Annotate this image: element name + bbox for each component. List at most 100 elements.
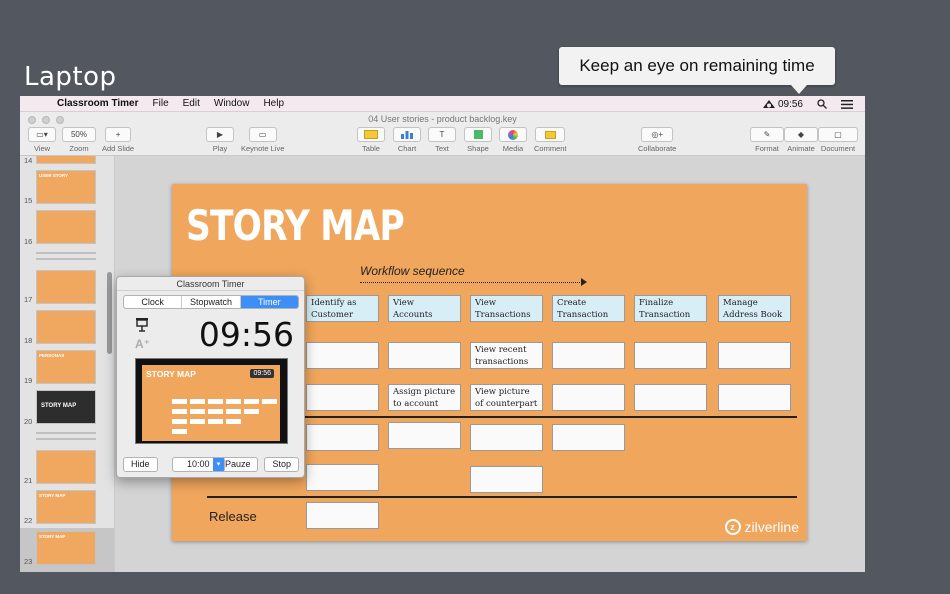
slide-thumbnail[interactable]: STORY MAP bbox=[36, 490, 96, 524]
stop-button[interactable]: Stop bbox=[264, 457, 299, 472]
story-card[interactable] bbox=[306, 502, 379, 529]
chevron-down-icon: ▾ bbox=[213, 458, 224, 471]
story-card[interactable] bbox=[634, 384, 707, 411]
story-card[interactable]: View picture of counterpart bbox=[470, 384, 543, 411]
story-card[interactable] bbox=[306, 424, 379, 451]
menu-window[interactable]: Window bbox=[207, 98, 257, 109]
keynote-live-button[interactable]: ▭ Keynote Live bbox=[241, 127, 284, 153]
slide-number: 16 bbox=[24, 237, 33, 246]
story-card[interactable] bbox=[470, 466, 543, 493]
story-card[interactable] bbox=[718, 384, 791, 411]
story-card[interactable]: View recent transactions bbox=[470, 342, 543, 369]
tab-clock[interactable]: Clock bbox=[124, 296, 183, 308]
font-size-increase-icon[interactable]: A⁺ bbox=[135, 337, 150, 351]
table-button[interactable]: Table bbox=[357, 127, 385, 153]
menu-help[interactable]: Help bbox=[256, 98, 291, 109]
preview-card bbox=[190, 399, 205, 404]
duration-value: 10:00 bbox=[187, 459, 210, 469]
slide-thumbnail[interactable] bbox=[36, 310, 96, 344]
slide-thumbnail[interactable]: PERSONAS bbox=[36, 350, 96, 384]
story-card[interactable] bbox=[388, 422, 461, 449]
media-icon bbox=[499, 127, 527, 142]
story-card[interactable] bbox=[718, 342, 791, 369]
slide-number: 18 bbox=[24, 336, 33, 345]
comment-icon bbox=[535, 127, 566, 142]
slide-navigator[interactable]: 14 15 USER STORY 16 17 18 19 PERSONAS 20… bbox=[20, 156, 115, 572]
menu-file[interactable]: File bbox=[146, 98, 176, 109]
zilverline-logo: z zilverline bbox=[724, 519, 799, 535]
release-divider bbox=[207, 496, 797, 498]
slide-thumbnail[interactable] bbox=[36, 210, 96, 244]
view-button[interactable]: ▭▾ View bbox=[28, 127, 56, 153]
timer-mode-segmented-control: Clock Stopwatch Timer bbox=[123, 295, 299, 309]
preview-card bbox=[190, 409, 205, 414]
story-card-activity[interactable]: View Transactions bbox=[470, 295, 543, 322]
story-card[interactable] bbox=[634, 342, 707, 369]
menu-bar: Classroom Timer File Edit Window Help 09… bbox=[20, 96, 865, 112]
collaborate-button[interactable]: ◎+ Collaborate bbox=[638, 127, 676, 153]
shape-button[interactable]: Shape bbox=[464, 127, 492, 153]
add-slide-button[interactable]: + Add Slide bbox=[102, 127, 134, 153]
slide-thumbnail[interactable]: STORY MAP bbox=[36, 531, 96, 565]
story-card-activity[interactable]: Identify as Customer bbox=[306, 295, 379, 322]
timer-controls: Hide 10:00 ▾ Pauze Stop bbox=[123, 457, 299, 472]
menu-edit[interactable]: Edit bbox=[176, 98, 207, 109]
media-button[interactable]: Media bbox=[499, 127, 527, 153]
slide-thumbnail[interactable] bbox=[36, 270, 96, 304]
comment-button[interactable]: Comment bbox=[534, 127, 567, 153]
story-card-activity[interactable]: View Accounts bbox=[388, 295, 461, 322]
list-icon[interactable] bbox=[841, 99, 853, 109]
document-button[interactable]: ▢ Document bbox=[818, 127, 858, 153]
duration-select[interactable]: 10:00 ▾ bbox=[172, 457, 225, 472]
menu-app-name[interactable]: Classroom Timer bbox=[50, 98, 146, 109]
slide-thumbnail[interactable]: USER STORY bbox=[36, 170, 96, 204]
release-label: Release bbox=[209, 509, 257, 524]
story-card[interactable] bbox=[388, 342, 461, 369]
slide-thumbnail[interactable]: STORY MAP bbox=[36, 390, 96, 424]
story-card[interactable] bbox=[552, 342, 625, 369]
tab-timer[interactable]: Timer bbox=[240, 296, 298, 308]
format-label: Format bbox=[755, 144, 779, 153]
search-icon[interactable] bbox=[817, 99, 827, 109]
presentation-icon[interactable] bbox=[135, 317, 149, 335]
story-card-activity[interactable]: Manage Address Book bbox=[718, 295, 791, 322]
story-card[interactable] bbox=[552, 384, 625, 411]
hide-button[interactable]: Hide bbox=[123, 457, 158, 472]
story-card[interactable] bbox=[306, 464, 379, 491]
story-card-activity[interactable]: Finalize Transaction bbox=[634, 295, 707, 322]
sidebar-scrollbar[interactable] bbox=[107, 272, 112, 354]
preview-card bbox=[172, 399, 187, 404]
workflow-arrow-head bbox=[581, 278, 587, 286]
format-button[interactable]: ✎ Format bbox=[750, 127, 784, 153]
zoom-control[interactable]: 50% Zoom bbox=[62, 127, 96, 153]
story-card[interactable] bbox=[306, 384, 379, 411]
zilverline-logo-icon: z bbox=[724, 519, 741, 535]
slide-thumbnail[interactable] bbox=[36, 156, 96, 164]
slide-thumb-title: STORY MAP bbox=[39, 534, 66, 539]
tab-stopwatch[interactable]: Stopwatch bbox=[182, 296, 241, 308]
preview-card bbox=[244, 399, 259, 404]
slide-number: 23 bbox=[24, 557, 33, 566]
story-card[interactable]: Assign picture to account bbox=[388, 384, 461, 411]
view-icon: ▭▾ bbox=[28, 127, 56, 142]
animate-icon: ◆ bbox=[784, 127, 818, 142]
text-button[interactable]: T Text bbox=[428, 127, 456, 153]
story-card[interactable] bbox=[306, 342, 379, 369]
slide-thumbnail[interactable] bbox=[36, 450, 96, 484]
slide-preview: STORY MAP 09:56 bbox=[135, 358, 288, 444]
format-icon: ✎ bbox=[750, 127, 784, 142]
chart-button[interactable]: Chart bbox=[393, 127, 421, 153]
play-button[interactable]: ▶ Play bbox=[206, 127, 234, 153]
table-icon bbox=[357, 127, 385, 142]
story-card-activity[interactable]: Create Transaction bbox=[552, 295, 625, 322]
slide-thumb-title: STORY MAP bbox=[41, 403, 77, 409]
preview-card bbox=[226, 399, 241, 404]
status-timer[interactable]: 09:56 bbox=[762, 99, 803, 110]
animate-button[interactable]: ◆ Animate bbox=[784, 127, 818, 153]
story-card[interactable] bbox=[470, 424, 543, 451]
remaining-time-display: 09:56 bbox=[198, 315, 294, 354]
preview-card bbox=[172, 419, 187, 424]
classroom-timer-panel[interactable]: Classroom Timer Clock Stopwatch Timer A⁺… bbox=[116, 276, 305, 478]
story-card[interactable] bbox=[552, 424, 625, 451]
skipped-slides-separator bbox=[36, 252, 96, 254]
